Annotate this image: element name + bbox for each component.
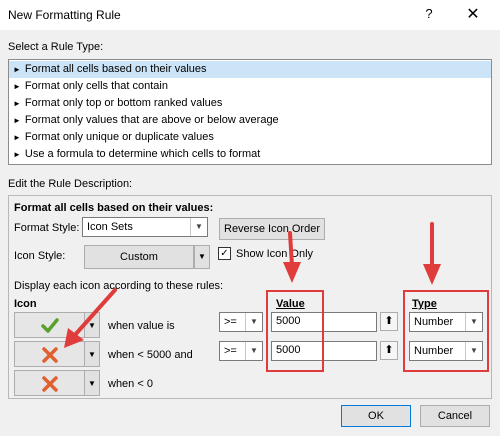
- ok-button[interactable]: OK: [341, 405, 411, 427]
- cancel-button[interactable]: Cancel: [420, 405, 490, 427]
- annotation-arrows: [64, 222, 441, 348]
- annotation-arrow-icon: [423, 222, 441, 285]
- annotation-arrow-icon: [64, 288, 117, 348]
- annotation-arrow-icon: [283, 231, 301, 283]
